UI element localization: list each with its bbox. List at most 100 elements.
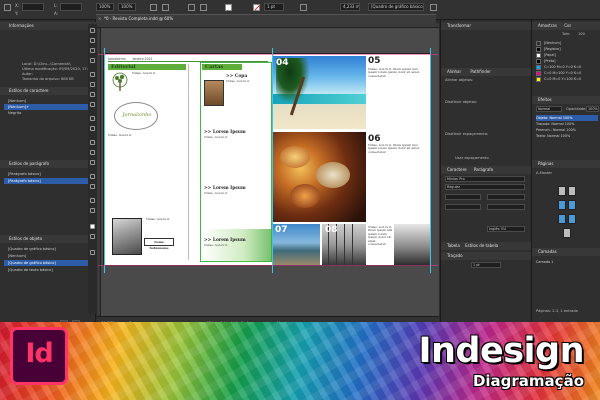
free-transform-tool-icon[interactable] [90,150,95,155]
style-item[interactable]: [Quadro de gráfico básico] [4,246,90,252]
fill-icon[interactable] [90,224,95,229]
swatch-row[interactable]: C=0 M=0 Y=100 K=0 [536,76,598,82]
margin-guide[interactable] [98,265,438,266]
page-left[interactable]: Jornalzinho Janeiro 2021 Editorial Nulas… [104,54,272,265]
font-family-dropdown[interactable]: Minion Pro [445,176,525,182]
tab-swatches[interactable]: Amostras [538,23,557,28]
opacity-field[interactable]: 100% [586,106,599,112]
cover-thumbnail[interactable] [204,80,224,106]
page-thumbnail[interactable] [558,214,566,224]
article-lorem-3[interactable]: >> Lorem Ipsum Nulas, non-fu il. [204,238,268,258]
scale-x-field[interactable]: 100% [96,3,114,11]
w-field[interactable] [60,3,82,11]
style-item-selected[interactable]: [Quadro de gráfico básico] [4,260,90,266]
line-tool-icon[interactable] [90,82,95,87]
quick-apply-icon[interactable] [430,4,437,11]
portrait-text[interactable]: Nulas, non-fu il. [146,218,186,236]
language-dropdown[interactable]: Inglês: EU [487,226,525,232]
page-tool-icon[interactable] [90,48,95,53]
article-lorem-1[interactable]: >> Lorem Ipsum Nulas, non-fu il. [204,130,268,150]
article-lorem-2[interactable]: >> Lorem Ipsum Nulas, non-fu il. [204,186,268,206]
fill-swatch-icon[interactable] [225,4,232,11]
master-page-label[interactable]: A-Master [536,171,552,175]
paragraph-styles-header[interactable]: Estilos de parágrafo [0,160,96,168]
beach-photo[interactable]: 04 [272,56,366,129]
blend-mode-dropdown[interactable]: Normal [536,106,562,112]
article-copa[interactable]: >> Copa Nulas, non-fu il. [226,74,270,106]
tab-align[interactable]: Alinhar [447,69,461,74]
character-styles-header[interactable]: Estilos de caractere [0,87,96,95]
stroke-weight-field[interactable]: 1 pt [264,3,284,11]
fx-icon[interactable] [300,4,307,11]
note-tool-icon[interactable] [90,174,95,179]
eyedropper-tool-icon[interactable] [90,184,95,189]
kerning-field[interactable] [445,204,481,210]
info-panel-header[interactable]: Informações [0,22,96,30]
selection-tool-icon[interactable] [90,28,95,33]
effects-header[interactable]: Efeitos [532,96,600,104]
gap-tool-icon[interactable] [90,58,95,63]
flip-horizontal-icon[interactable] [188,4,195,11]
bridge-photo[interactable]: 08 [322,224,366,265]
shear-icon[interactable] [162,4,169,11]
transform-header[interactable]: Transformar [441,22,531,30]
direct-selection-tool-icon[interactable] [90,38,95,43]
screen-mode-icon[interactable] [90,250,95,255]
caption-text[interactable]: Nulas, non fu il. Illum ipsum nisi ipsam… [368,226,394,262]
street-photo[interactable] [394,224,430,265]
measure-field[interactable]: 4,233 mm [340,3,360,11]
rectangle-frame-tool-icon[interactable] [90,116,95,121]
close-icon[interactable]: × [98,16,101,21]
type-tool-icon[interactable] [90,72,95,77]
leading-field[interactable] [487,194,525,200]
jornalzinho-seal[interactable]: Jornalzinho [114,102,158,130]
editorial-heading[interactable]: Editorial [108,64,186,70]
rotate-icon[interactable] [150,4,157,11]
style-item[interactable]: [Quadro de texto básico] [4,267,90,273]
style-item[interactable]: [Nenhum] [4,253,90,259]
editorial-body[interactable]: Nulas, non-fu il. [108,134,186,214]
object-style-dropdown[interactable]: [Quadro de gráfico básico] [368,3,424,11]
page-thumbnail[interactable] [563,228,571,238]
object-styles-header[interactable]: Estilos de objeto [0,235,96,243]
document-tab[interactable]: × *0 - Revista Completa.indd @ 60% [96,14,436,23]
hand-tool-icon[interactable] [90,198,95,203]
zoom-tool-icon[interactable] [90,208,95,213]
scissors-tool-icon[interactable] [90,140,95,145]
font-size-field[interactable] [445,194,481,200]
tab-character[interactable]: Caractere [447,167,467,172]
stroke-icon[interactable] [90,234,95,239]
layers-header[interactable]: Camadas [532,248,600,256]
pages-header[interactable]: Páginas [532,160,600,168]
caption-text[interactable]: Nulas, non fu il. Illum ipsum nisi ipsam… [368,68,426,128]
tree-logo-icon[interactable] [110,72,130,94]
x-field[interactable] [22,3,44,11]
rectangle-tool-icon[interactable] [90,126,95,131]
style-item-selected[interactable]: [Parágrafo básico] [4,178,90,184]
pencil-tool-icon[interactable] [90,102,95,107]
stroke-weight-field[interactable]: 1 pt [471,262,501,268]
font-style-dropdown[interactable]: Regular [445,184,525,190]
vertical-ruler[interactable] [97,28,101,327]
page-thumbnail[interactable] [568,186,576,196]
stroke-swatch-icon[interactable] [253,4,260,11]
scale-y-field[interactable]: 100% [118,3,136,11]
guide-line[interactable] [104,48,105,273]
page-thumbnail[interactable] [568,214,576,224]
editorial-text[interactable]: Nulas, non-fu il. [132,72,186,102]
food-photo[interactable] [272,132,366,222]
page-thumbnail[interactable] [558,186,566,196]
caption-text[interactable]: Nulas, non fu il. Illum ipsum nisi ipsam… [368,144,426,220]
tab-color[interactable]: Cor [564,23,571,28]
pull-quote-box[interactable]: Nome Sobrenome [144,238,174,250]
page-thumbnail[interactable] [558,200,566,210]
tracking-field[interactable] [487,204,525,210]
tab-paragraph[interactable]: Parágrafo [474,167,493,172]
guide-line[interactable] [430,48,431,273]
layer-row[interactable]: Camada 1 [536,259,598,265]
flip-vertical-icon[interactable] [200,4,207,11]
style-item[interactable]: [Parágrafo básico] [4,171,90,177]
page-thumbnail[interactable] [568,200,576,210]
tab-table-styles[interactable]: Estilos de tabela [465,243,498,248]
document-spread[interactable]: Jornalzinho Janeiro 2021 Editorial Nulas… [104,54,430,265]
